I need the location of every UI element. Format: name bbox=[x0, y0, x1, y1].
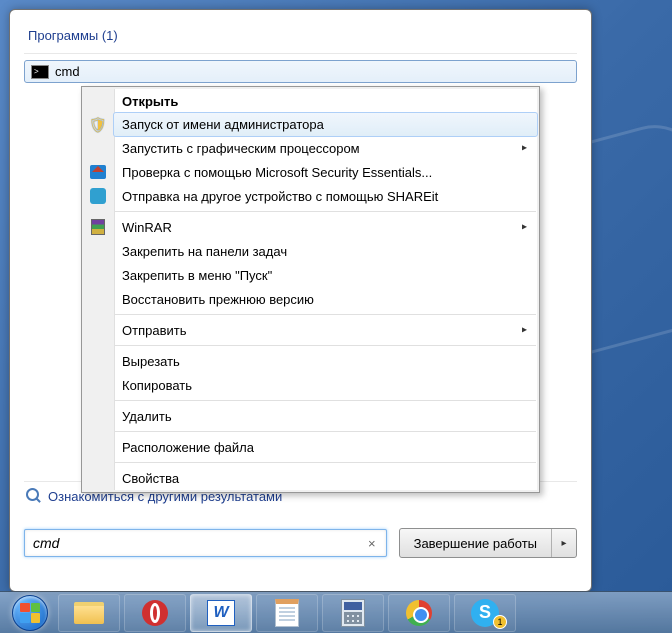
menu-item-open[interactable]: Открыть bbox=[114, 89, 537, 113]
context-menu: Открыть 🛡 Запуск от имени администратора… bbox=[81, 86, 540, 493]
start-bottom-row: × Завершение работы ▸ bbox=[24, 528, 577, 558]
taskbar-item-notepad[interactable] bbox=[256, 594, 318, 632]
taskbar-item-skype[interactable]: S 1 bbox=[454, 594, 516, 632]
menu-item-run-gpu[interactable]: Запустить с графическим процессором ▸ bbox=[114, 136, 537, 160]
result-label: cmd bbox=[55, 64, 80, 79]
menu-separator bbox=[115, 400, 536, 401]
shutdown-button[interactable]: Завершение работы bbox=[400, 529, 552, 557]
menu-separator bbox=[115, 211, 536, 212]
opera-icon bbox=[142, 600, 168, 626]
submenu-arrow-icon: ▸ bbox=[522, 222, 527, 233]
chrome-icon bbox=[406, 600, 432, 626]
cmd-icon bbox=[31, 65, 49, 79]
menu-item-run-as-admin[interactable]: 🛡 Запуск от имени администратора bbox=[113, 112, 538, 137]
windows-logo-icon bbox=[12, 595, 48, 631]
taskbar: W S 1 bbox=[0, 591, 672, 633]
clear-search-button[interactable]: × bbox=[366, 536, 378, 551]
shield-icon: 🛡 bbox=[88, 115, 108, 135]
taskbar-item-word[interactable]: W bbox=[190, 594, 252, 632]
winrar-icon bbox=[88, 217, 108, 237]
menu-item-properties[interactable]: Свойства bbox=[114, 466, 537, 490]
submenu-arrow-icon: ▸ bbox=[522, 143, 527, 154]
notepad-icon bbox=[275, 599, 299, 627]
shutdown-split-button[interactable]: Завершение работы ▸ bbox=[399, 528, 577, 558]
taskbar-item-calculator[interactable] bbox=[322, 594, 384, 632]
menu-item-delete[interactable]: Удалить bbox=[114, 404, 537, 428]
search-box[interactable]: × bbox=[24, 529, 387, 557]
menu-item-mse-scan[interactable]: Проверка с помощью Microsoft Security Es… bbox=[114, 160, 537, 184]
menu-separator bbox=[115, 431, 536, 432]
menu-item-shareit[interactable]: Отправка на другое устройство с помощью … bbox=[114, 184, 537, 208]
chevron-right-icon: ▸ bbox=[561, 538, 566, 549]
menu-item-cut[interactable]: Вырезать bbox=[114, 349, 537, 373]
menu-item-restore-previous[interactable]: Восстановить прежнюю версию bbox=[114, 287, 537, 311]
search-input[interactable] bbox=[33, 535, 366, 551]
start-button[interactable] bbox=[6, 594, 54, 632]
menu-separator bbox=[115, 462, 536, 463]
menu-separator bbox=[115, 345, 536, 346]
shareit-icon bbox=[88, 186, 108, 206]
search-result-cmd[interactable]: cmd bbox=[24, 60, 577, 83]
programs-header: Программы (1) bbox=[24, 22, 577, 54]
menu-item-file-location[interactable]: Расположение файла bbox=[114, 435, 537, 459]
menu-item-send-to[interactable]: Отправить ▸ bbox=[114, 318, 537, 342]
menu-item-pin-start[interactable]: Закрепить в меню "Пуск" bbox=[114, 263, 537, 287]
search-icon bbox=[26, 488, 42, 504]
calculator-icon bbox=[341, 599, 365, 627]
menu-separator bbox=[115, 314, 536, 315]
menu-item-winrar[interactable]: WinRAR ▸ bbox=[114, 215, 537, 239]
submenu-arrow-icon: ▸ bbox=[522, 325, 527, 336]
taskbar-item-chrome[interactable] bbox=[388, 594, 450, 632]
menu-item-pin-taskbar[interactable]: Закрепить на панели задач bbox=[114, 239, 537, 263]
shutdown-options-button[interactable]: ▸ bbox=[552, 529, 576, 557]
notification-badge: 1 bbox=[493, 615, 507, 629]
mse-icon bbox=[88, 162, 108, 182]
taskbar-item-opera[interactable] bbox=[124, 594, 186, 632]
menu-item-copy[interactable]: Копировать bbox=[114, 373, 537, 397]
folder-icon bbox=[74, 602, 104, 624]
taskbar-item-explorer[interactable] bbox=[58, 594, 120, 632]
word-icon: W bbox=[207, 600, 235, 626]
